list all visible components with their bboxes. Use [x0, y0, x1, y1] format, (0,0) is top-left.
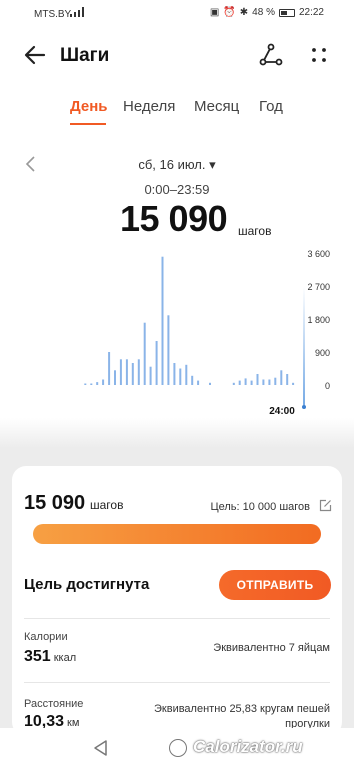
system-nav-bar: Calorizator.ru — [0, 728, 354, 768]
chart-bar — [274, 377, 277, 385]
nav-home-icon[interactable] — [169, 739, 187, 757]
distance-label: Расстояние — [24, 698, 84, 710]
chart-bar — [90, 383, 93, 385]
calories-number: 351 — [24, 648, 51, 665]
calories-value: 351 ккал — [24, 648, 76, 666]
share-icon[interactable] — [258, 42, 284, 68]
send-button[interactable]: ОТПРАВИТЬ — [219, 570, 331, 600]
chart-bar — [185, 364, 188, 385]
y-tick-label: 0 — [325, 381, 330, 391]
active-tab-indicator — [70, 123, 106, 125]
divider — [24, 682, 330, 683]
chart-divider — [0, 418, 354, 448]
card-steps-value: 15 090 — [24, 492, 86, 514]
chart-bar — [292, 382, 295, 385]
current-time-line — [303, 286, 305, 405]
alarm-icon: ⏰ — [223, 7, 236, 18]
chart-bar — [179, 368, 182, 385]
chart-bar — [209, 382, 211, 385]
chart-bar — [149, 366, 152, 385]
chart-bar — [96, 382, 99, 385]
steps-unit: шагов — [238, 224, 272, 238]
current-time-dot — [302, 405, 306, 409]
chart-bar — [108, 352, 111, 385]
nfc-icon: ▣ — [209, 7, 220, 18]
chart-bar — [119, 359, 122, 385]
chart-bar — [125, 359, 128, 385]
chart-bar — [262, 379, 265, 385]
chart-bar — [256, 374, 259, 385]
chart-bar — [114, 370, 116, 385]
goal-label[interactable]: Цель: 10 000 шагов — [210, 501, 310, 513]
steps-chart: 3 6002 7001 800900024:000:006:0012:0018:… — [10, 249, 330, 440]
more-options-icon[interactable] — [306, 42, 332, 68]
time-range: 0:00–23:59 — [144, 182, 210, 197]
chart-bar — [161, 256, 164, 385]
summary-card: 15 090 шагов Цель: 10 000 шагов Цель дос… — [12, 466, 342, 736]
tab-week[interactable]: Неделя — [123, 98, 175, 115]
tab-month[interactable]: Месяц — [194, 98, 239, 115]
chart-bar — [232, 382, 235, 385]
status-bar: MTS.BY ▣ ⏰ ✱ 48 % 22:22 — [0, 0, 354, 28]
chart-bar — [84, 383, 87, 385]
tab-day[interactable]: День — [70, 98, 108, 115]
battery-icon — [278, 8, 295, 17]
back-arrow-icon[interactable] — [22, 42, 48, 68]
chart-bar — [244, 378, 247, 385]
chart-bar — [238, 380, 241, 385]
app-bar: Шаги — [0, 28, 354, 84]
edit-goal-icon[interactable] — [319, 499, 332, 512]
goal-progress-bar — [33, 524, 321, 544]
watermark: Calorizator.ru — [193, 737, 303, 756]
y-tick-label: 1 800 — [307, 315, 330, 325]
battery-percent: 48 % — [252, 7, 275, 18]
chart-bar — [197, 380, 200, 385]
calories-label: Калории — [24, 631, 68, 643]
chart-bar — [102, 379, 105, 385]
period-tabs: День Неделя Месяц Год — [0, 98, 354, 128]
y-tick-label: 3 600 — [307, 249, 330, 259]
goal-reached-label: Цель достигнута — [24, 576, 150, 593]
chart-bar — [143, 322, 146, 385]
tab-year[interactable]: Год — [259, 98, 283, 115]
chart-bar — [280, 370, 283, 385]
calories-unit: ккал — [53, 652, 77, 664]
chart-bar — [286, 374, 289, 385]
date-selector[interactable]: сб, 16 июл. ▾ — [0, 157, 354, 173]
nav-back-icon[interactable] — [92, 739, 108, 757]
status-right: ▣ ⏰ ✱ 48 % 22:22 — [210, 7, 324, 18]
y-tick-label: 2 700 — [307, 282, 330, 292]
steps-total: 15 090 — [120, 198, 228, 239]
signal-icon — [70, 7, 84, 17]
card-steps-unit: шагов — [90, 498, 124, 512]
clock: 22:22 — [298, 7, 324, 18]
chart-bar — [173, 363, 176, 385]
bluetooth-icon: ✱ — [239, 7, 249, 18]
chart-bar — [131, 363, 134, 385]
chart-bar — [167, 315, 170, 385]
chart-bar — [191, 375, 194, 385]
page-title: Шаги — [60, 45, 110, 66]
chart-bar — [250, 380, 253, 385]
chart-bar — [155, 341, 158, 385]
carrier-label: MTS.BY — [34, 9, 72, 20]
chart-bar — [137, 359, 140, 385]
calories-equivalent: Эквивалентно 7 яйцам — [213, 642, 330, 654]
end-time-label: 24:00 — [269, 406, 295, 417]
divider — [24, 618, 330, 619]
y-tick-label: 900 — [315, 348, 330, 358]
chart-bar — [268, 379, 271, 385]
